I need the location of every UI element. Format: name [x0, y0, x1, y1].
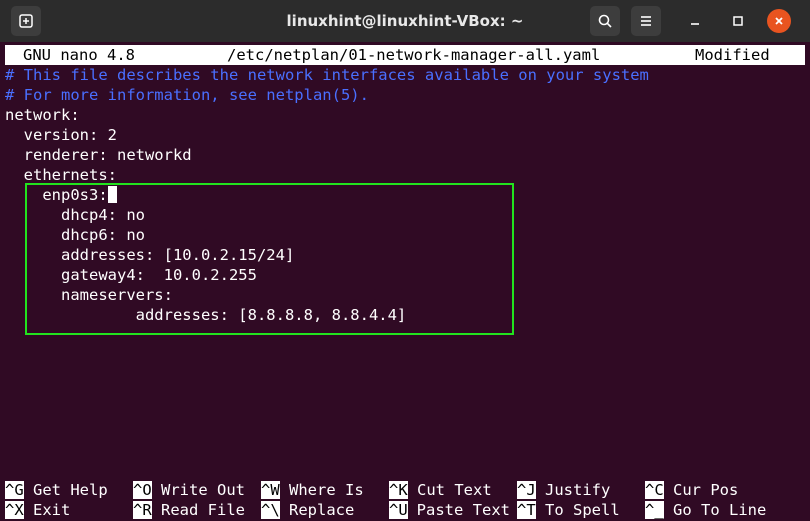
- shortcut-where-is[interactable]: ^W Where Is: [261, 480, 364, 500]
- search-icon: [598, 14, 612, 28]
- shortcut-label: Paste Text: [416, 501, 510, 519]
- new-tab-button[interactable]: [11, 6, 41, 36]
- shortcut-cut-text[interactable]: ^K Cut Text: [389, 480, 492, 500]
- nano-version: GNU nano 4.8: [23, 46, 135, 64]
- shortcut-key: ^_: [645, 501, 664, 519]
- file-line: network:: [5, 106, 80, 124]
- shortcut-exit[interactable]: ^X Exit: [5, 500, 70, 520]
- shortcut-label: Write Out: [161, 481, 246, 499]
- shortcut-write-out[interactable]: ^O Write Out: [133, 480, 245, 500]
- title-bar: linuxhint@linuxhint-VBox: ~: [0, 0, 810, 42]
- hamburger-menu-icon: [641, 16, 651, 26]
- nano-status: Modified: [695, 46, 770, 64]
- shortcut-to-spell[interactable]: ^T To Spell: [517, 500, 620, 520]
- shortcut-label: Read File: [161, 501, 246, 519]
- shortcut-label: Cur Pos: [673, 481, 739, 499]
- shortcut-label: Get Help: [33, 481, 108, 499]
- terminal-window: linuxhint@linuxhint-VBox: ~ GNU nano 4.8…: [0, 0, 810, 521]
- shortcut-key: ^\: [261, 501, 280, 519]
- maximize-button[interactable]: [723, 6, 753, 36]
- file-line: version: 2: [5, 126, 117, 144]
- shortcut-label: Cut Text: [417, 481, 492, 499]
- menu-button[interactable]: [631, 6, 661, 36]
- shortcut-paste-text[interactable]: ^U Paste Text: [389, 500, 510, 520]
- close-button[interactable]: [767, 9, 791, 33]
- shortcut-row-2: ^X Exit ^R Read File ^\ Replace ^U Paste …: [0, 500, 810, 520]
- shortcut-key: ^O: [133, 481, 152, 499]
- minimize-button[interactable]: [680, 6, 710, 36]
- shortcut-key: ^W: [261, 481, 280, 499]
- shortcut-key: ^R: [133, 501, 152, 519]
- close-icon: [775, 17, 783, 25]
- shortcut-get-help[interactable]: ^G Get Help: [5, 480, 108, 500]
- shortcut-key: ^T: [517, 501, 536, 519]
- shortcut-label: Go To Line: [673, 501, 767, 519]
- nano-header-bar: GNU nano 4.8 /etc/netplan/01-network-man…: [5, 45, 805, 65]
- new-tab-icon: [19, 14, 33, 28]
- shortcut-label: Replace: [289, 501, 355, 519]
- nano-filename: /etc/netplan/01-network-manager-all.yaml: [227, 46, 601, 64]
- highlight-box: [25, 183, 514, 335]
- shortcut-row-1: ^G Get Help ^O Write Out ^W Where Is ^K …: [0, 480, 810, 500]
- shortcut-label: Exit: [33, 501, 71, 519]
- shortcut-key: ^J: [517, 481, 536, 499]
- minimize-icon: [691, 23, 699, 25]
- shortcut-key: ^K: [389, 481, 408, 499]
- shortcut-replace[interactable]: ^\ Replace: [261, 500, 354, 520]
- shortcut-label: Where Is: [289, 481, 364, 499]
- shortcut-justify[interactable]: ^J Justify: [517, 480, 610, 500]
- shortcut-label: To Spell: [545, 501, 620, 519]
- shortcut-cur-pos[interactable]: ^C Cur Pos: [645, 480, 738, 500]
- shortcut-key: ^U: [389, 501, 408, 519]
- shortcut-key: ^G: [5, 481, 24, 499]
- file-line: ethernets:: [5, 166, 117, 184]
- shortcut-key: ^C: [645, 481, 664, 499]
- search-button[interactable]: [590, 6, 620, 36]
- shortcut-label: Justify: [545, 481, 611, 499]
- file-line: renderer: networkd: [5, 146, 192, 164]
- file-line: # For more information, see netplan(5).: [5, 86, 369, 104]
- shortcut-key: ^X: [5, 501, 24, 519]
- terminal-content[interactable]: GNU nano 4.8 /etc/netplan/01-network-man…: [0, 42, 810, 521]
- file-line: # This file describes the network interf…: [5, 66, 649, 84]
- shortcut-read-file[interactable]: ^R Read File: [133, 500, 245, 520]
- shortcut-go-to-line[interactable]: ^_ Go To Line: [645, 500, 766, 520]
- maximize-icon: [733, 16, 743, 26]
